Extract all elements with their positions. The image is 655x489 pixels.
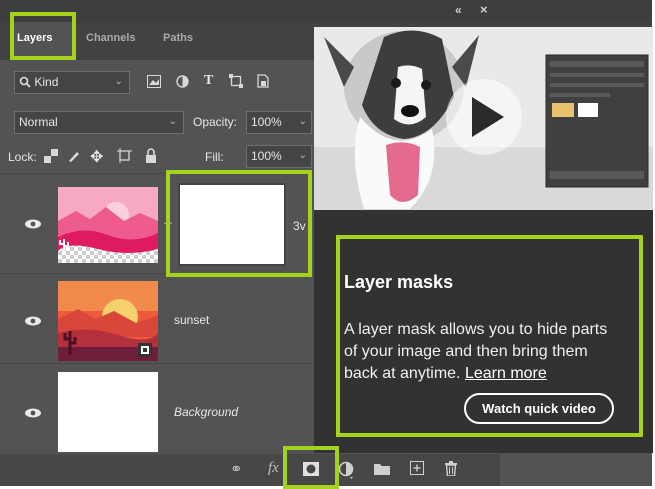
blend-mode-dropdown[interactable]: Normal ⌄ [14, 111, 184, 134]
close-panel-button[interactable]: × [480, 2, 488, 17]
panel-title-strip: « × [0, 0, 652, 22]
layer-name[interactable]: sunset [174, 313, 209, 327]
tab-channels[interactable]: Channels [86, 32, 136, 44]
new-adjustment-layer-icon[interactable] [338, 461, 356, 479]
layer-row-masked[interactable]: ∽ 3v [0, 173, 312, 273]
layer-masks-tooltip: Layer masks A layer mask allows you to h… [314, 27, 653, 453]
layer-thumbnail-sunset[interactable] [58, 281, 158, 361]
fill-value: 100% [251, 149, 282, 163]
visibility-eye-icon[interactable] [24, 316, 42, 326]
lock-image-pixels-icon[interactable] [67, 149, 81, 163]
pixel-layer-filter-icon[interactable] [147, 75, 161, 88]
lock-transparent-pixels-icon[interactable] [44, 149, 58, 163]
smart-object-filter-icon[interactable] [257, 74, 269, 88]
new-layer-icon[interactable] [410, 461, 424, 475]
kind-filter-label: Kind [34, 75, 59, 89]
type-layer-filter-icon[interactable]: T [204, 73, 213, 89]
layer-thumbnail-pink-landscape[interactable] [58, 187, 158, 263]
layer-name[interactable]: 3v [293, 219, 306, 233]
tooltip-body-block: A layer mask allows you to hide parts of… [344, 319, 624, 385]
tab-paths[interactable]: Paths [163, 32, 193, 44]
layer-row-sunset[interactable]: sunset [0, 273, 312, 363]
visibility-eye-icon[interactable] [24, 408, 42, 418]
chevron-down-icon: ⌄ [298, 150, 307, 161]
chevron-down-icon: ⌄ [168, 116, 177, 127]
collapse-panel-button[interactable]: « [455, 3, 462, 17]
new-group-folder-icon[interactable] [374, 462, 390, 475]
tooltip-title: Layer masks [344, 272, 454, 292]
opacity-label: Opacity: [193, 115, 238, 129]
lock-all-icon[interactable] [145, 148, 157, 163]
tab-layers-label[interactable]: Layers [17, 32, 52, 44]
layer-mask-thumbnail[interactable] [178, 183, 286, 266]
shape-layer-filter-icon[interactable] [229, 74, 243, 88]
layer-thumbnail-background[interactable] [58, 372, 158, 452]
layer-row-background[interactable]: Background [0, 363, 312, 454]
kind-filter-dropdown[interactable]: Kind ⌄ [14, 71, 130, 94]
learn-more-link[interactable]: Learn more [465, 365, 547, 382]
add-layer-mask-icon[interactable] [303, 461, 319, 477]
watch-quick-video-button[interactable]: Watch quick video [464, 393, 614, 424]
adjustment-layer-filter-icon[interactable] [176, 75, 189, 88]
search-icon [19, 76, 31, 88]
link-layers-icon[interactable]: ⚭ [230, 460, 243, 478]
visibility-eye-icon[interactable] [24, 219, 42, 229]
opacity-value: 100% [251, 115, 282, 129]
lock-label: Lock: [8, 150, 37, 164]
layers-panel: « × Layers Channels Paths Kind ⌄ T Norma… [0, 0, 655, 489]
blend-mode-value: Normal [19, 115, 58, 129]
video-thumbnail[interactable] [314, 27, 653, 210]
mask-link-icon[interactable]: ∽ [163, 216, 173, 230]
chevron-down-icon: ⌄ [298, 116, 307, 127]
chevron-down-icon: ⌄ [114, 76, 123, 87]
opacity-input[interactable]: 100% ⌄ [246, 111, 312, 134]
lock-position-icon[interactable]: ✥ [90, 147, 103, 167]
fill-input[interactable]: 100% ⌄ [246, 145, 312, 168]
layer-name[interactable]: Background [174, 405, 238, 419]
delete-layer-trash-icon[interactable] [444, 460, 458, 476]
layer-style-fx-icon[interactable]: fx [268, 460, 279, 477]
fill-label: Fill: [205, 150, 224, 164]
lock-artboard-icon[interactable] [117, 148, 132, 163]
layers-bottom-toolbar: ⚭ fx [0, 454, 500, 486]
